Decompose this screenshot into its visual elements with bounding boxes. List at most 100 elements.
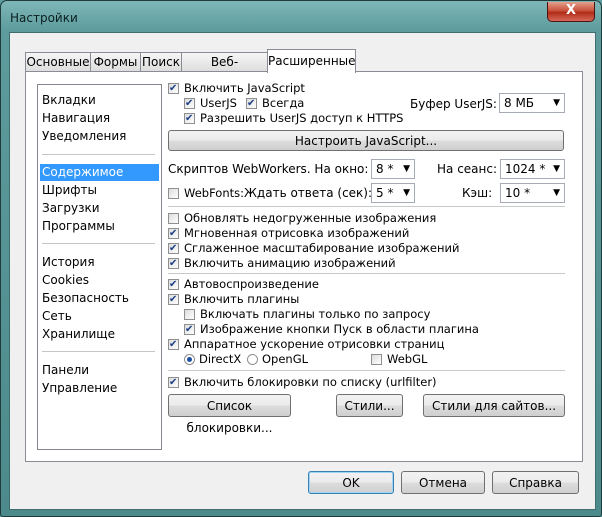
checkbox-box[interactable]	[184, 322, 195, 337]
list-separator	[42, 351, 155, 352]
configure-javascript-button[interactable]: Настроить JavaScript...	[168, 130, 564, 151]
checkbox-box[interactable]	[168, 226, 179, 241]
window-title: Настройки	[10, 11, 78, 25]
userjs-always-checkbox[interactable]: Всегда	[246, 96, 304, 111]
radio-circle[interactable]	[184, 354, 195, 365]
webworkers-per-session-value: 1024 *	[505, 162, 546, 176]
userjs-always-label: Всегда	[262, 96, 305, 110]
checkbox-box[interactable]	[168, 256, 179, 271]
checkbox-box[interactable]	[168, 277, 179, 292]
styles-button[interactable]: Стили...	[336, 394, 403, 417]
sidebar-item-programs[interactable]: Программы	[40, 218, 159, 235]
update-images-label: Обновлять недогруженные изображения	[184, 211, 437, 225]
webfonts-wait-select[interactable]: 5 * ▼	[371, 183, 415, 203]
userjs-checkbox[interactable]: UserJS	[184, 96, 237, 111]
checkbox-box[interactable]	[184, 111, 195, 126]
webfonts-cache-value: 10 *	[505, 186, 531, 200]
userjs-https-checkbox[interactable]: Разрешить UserJS доступ к HTTPS	[184, 111, 403, 126]
checkbox-box[interactable]	[168, 337, 179, 352]
sidebar-item-network[interactable]: Сеть	[40, 308, 159, 325]
checkbox-box[interactable]	[371, 354, 382, 365]
ok-button[interactable]: OK	[308, 471, 394, 494]
category-list[interactable]: Вкладки Навигация Уведомления Содержимое…	[37, 84, 162, 450]
checkbox-box[interactable]	[168, 213, 179, 224]
tab-webpages[interactable]: Веб-страницы	[181, 52, 268, 88]
radio-circle[interactable]	[247, 354, 258, 365]
checkbox-box[interactable]	[168, 188, 179, 199]
advanced-panel: Вкладки Навигация Уведомления Содержимое…	[25, 71, 583, 462]
start-button-image-checkbox[interactable]: Изображение кнопки Пуск в области плагин…	[184, 322, 479, 337]
webfonts-label: WebFonts:	[184, 186, 244, 200]
instant-images-checkbox[interactable]: Мгновенная отрисовка изображений	[168, 226, 409, 241]
tab-search[interactable]: Поиск	[140, 52, 182, 72]
checkbox-box[interactable]	[246, 96, 257, 111]
checkbox-box[interactable]	[184, 96, 195, 111]
sidebar-item-toolbars[interactable]: Панели	[40, 362, 159, 379]
checkbox-box[interactable]	[168, 292, 179, 307]
smooth-scaling-checkbox[interactable]: Сглаженное масштабирование изображений	[168, 241, 459, 256]
webfonts-wait-label: Ждать ответа (сек):	[244, 186, 373, 200]
per-session-label: На сеанс:	[437, 162, 498, 176]
sidebar-item-management[interactable]: Управление	[40, 380, 159, 397]
cache-label: Кэш:	[462, 186, 493, 200]
webfonts-checkbox[interactable]: WebFonts:	[168, 186, 244, 201]
cancel-button[interactable]: Отмена	[401, 471, 485, 494]
enable-plugins-checkbox[interactable]: Включить плагины	[168, 292, 299, 307]
checkbox-box[interactable]	[168, 81, 179, 96]
urlfilter-checkbox[interactable]: Включить блокировки по списку (urlfilter…	[168, 375, 437, 390]
settings-window: Настройки X Основные Формы Поиск Веб-стр…	[0, 0, 602, 517]
autoplay-checkbox[interactable]: Автовоспроизведение	[168, 277, 319, 292]
help-button[interactable]: Справка	[492, 471, 579, 494]
sidebar-item-content[interactable]: Содержимое	[40, 164, 159, 181]
chevron-down-icon: ▼	[553, 188, 560, 198]
site-styles-button[interactable]: Стили для сайтов...	[423, 394, 565, 417]
userjs-buffer-label: Буфер UserJS:	[410, 97, 497, 111]
sidebar-item-fonts[interactable]: Шрифты	[40, 182, 159, 199]
checkbox-box[interactable]	[168, 375, 179, 390]
hw-acceleration-label: Аппаратное ускорение отрисовки страниц	[184, 337, 445, 351]
tab-basic[interactable]: Основные	[25, 52, 91, 72]
sidebar-item-tabs[interactable]: Вкладки	[40, 92, 159, 109]
userjs-https-label: Разрешить UserJS доступ к HTTPS	[200, 111, 404, 125]
plugins-on-demand-checkbox[interactable]: Включать плагины только по запросу	[184, 307, 430, 322]
webworkers-per-window-value: 8 *	[376, 162, 394, 176]
opengl-label: OpenGL	[262, 352, 309, 366]
webworkers-label: Скриптов WebWorkers. На окно:	[168, 162, 369, 176]
tab-forms[interactable]: Формы	[90, 52, 141, 72]
section-divider	[168, 370, 565, 371]
close-button[interactable]: X	[547, 2, 595, 22]
directx-label: DirectX	[199, 352, 242, 366]
image-animation-checkbox[interactable]: Включить анимацию изображений	[168, 256, 396, 271]
webworkers-per-window-select[interactable]: 8 * ▼	[371, 159, 415, 179]
userjs-buffer-value: 8 МБ	[504, 96, 535, 110]
webgl-checkbox[interactable]: WebGL	[371, 352, 427, 367]
enable-javascript-checkbox[interactable]: Включить JavaScript	[168, 81, 305, 96]
userjs-buffer-select[interactable]: 8 МБ ▼	[499, 93, 565, 113]
checkbox-box[interactable]	[184, 309, 195, 320]
urlfilter-label: Включить блокировки по списку (urlfilter…	[184, 375, 437, 389]
section-divider	[168, 206, 565, 207]
sidebar-item-cookies[interactable]: Cookies	[40, 272, 159, 289]
chevron-down-icon: ▼	[403, 164, 410, 174]
smooth-scaling-label: Сглаженное масштабирование изображений	[184, 241, 460, 255]
sidebar-item-storage[interactable]: Хранилище	[40, 326, 159, 343]
directx-radio[interactable]: DirectX	[184, 352, 241, 367]
enable-javascript-label: Включить JavaScript	[184, 81, 305, 95]
webfonts-cache-select[interactable]: 10 * ▼	[500, 183, 565, 203]
sidebar-item-downloads[interactable]: Загрузки	[40, 200, 159, 217]
sidebar-item-security[interactable]: Безопасность	[40, 290, 159, 307]
update-images-checkbox[interactable]: Обновлять недогруженные изображения	[168, 211, 436, 226]
image-animation-label: Включить анимацию изображений	[184, 256, 396, 270]
section-divider	[168, 273, 565, 274]
sidebar-item-notifications[interactable]: Уведомления	[40, 128, 159, 145]
sidebar-item-history[interactable]: История	[40, 254, 159, 271]
sidebar-item-navigation[interactable]: Навигация	[40, 110, 159, 127]
opengl-radio[interactable]: OpenGL	[247, 352, 308, 367]
chevron-down-icon: ▼	[553, 98, 560, 108]
checkbox-box[interactable]	[168, 241, 179, 256]
hw-acceleration-checkbox[interactable]: Аппаратное ускорение отрисовки страниц	[168, 337, 444, 352]
dialog-client: Основные Формы Поиск Веб-страницы Расшир…	[9, 32, 596, 510]
block-list-button[interactable]: Список блокировки...	[168, 394, 291, 435]
webworkers-per-session-select[interactable]: 1024 * ▼	[500, 159, 565, 179]
tab-advanced[interactable]: Расширенные	[267, 49, 356, 73]
